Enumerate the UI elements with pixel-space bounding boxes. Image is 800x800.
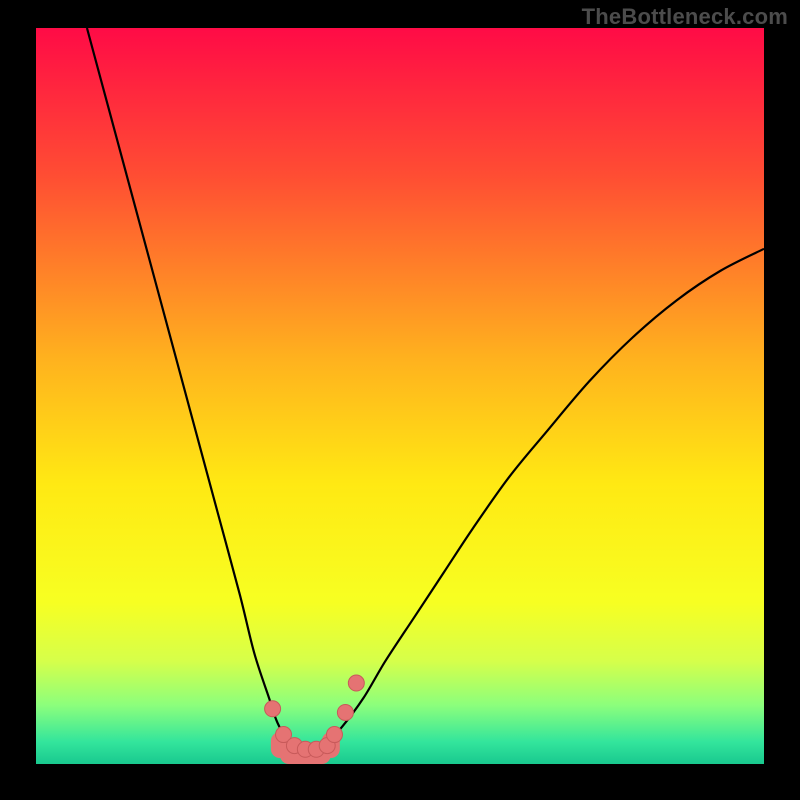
highlight-marker — [337, 704, 353, 720]
highlight-marker — [265, 701, 281, 717]
chart-frame: TheBottleneck.com — [0, 0, 800, 800]
gradient-background — [36, 28, 764, 764]
highlight-marker — [326, 727, 342, 743]
chart-svg — [36, 28, 764, 764]
highlight-marker — [348, 675, 364, 691]
plot-area — [36, 28, 764, 764]
watermark-text: TheBottleneck.com — [582, 4, 788, 30]
